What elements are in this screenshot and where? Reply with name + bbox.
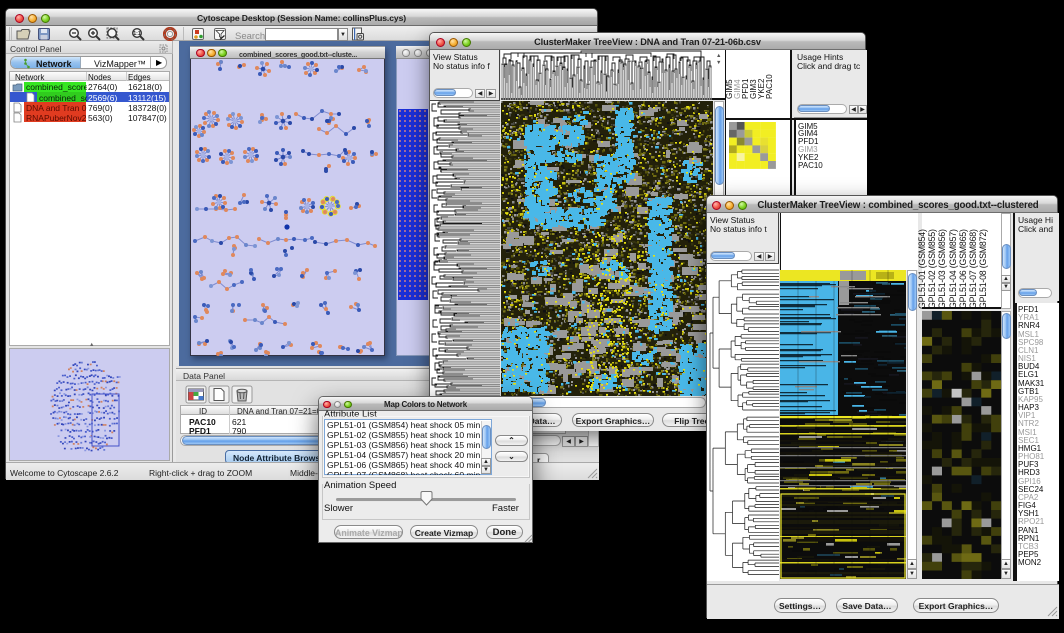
svg-text:1:1: 1:1	[133, 31, 140, 37]
